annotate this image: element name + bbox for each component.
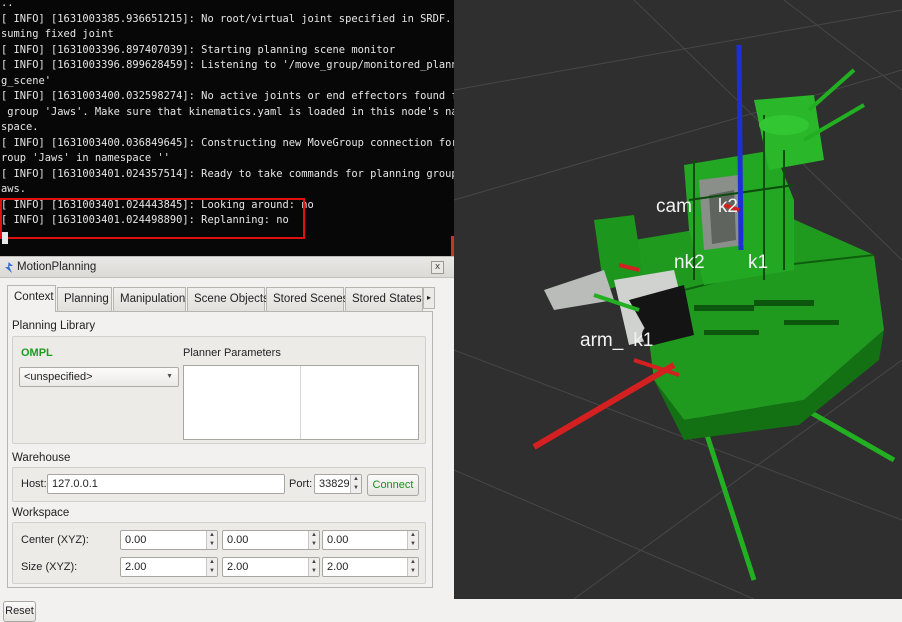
host-input[interactable]: 127.0.0.1 (47, 474, 285, 494)
frame-label-camera: cam k2 (656, 196, 738, 217)
spin-arrows-icon[interactable]: ▲ ▼ (206, 531, 217, 549)
tab-manipulation[interactable]: Manipulation (113, 287, 186, 311)
size-z-spinbox[interactable]: 2.00 ▲ ▼ (322, 557, 419, 577)
terminal-line: roup 'Jaws' in namespace '' (1, 152, 170, 164)
tab-scene-objects[interactable]: Scene Objects (187, 287, 269, 311)
rviz-plugin-icon (5, 262, 13, 273)
tab-planning[interactable]: Planning (57, 287, 112, 311)
terminal-line: g_scene' (1, 74, 52, 87)
spin-arrows-icon[interactable]: ▲ ▼ (308, 558, 319, 576)
terminal-output: .. [ INFO] [1631003385.936651215]: No roo… (0, 0, 454, 229)
center-z-spinbox[interactable]: 0.00 ▲ ▼ (322, 530, 419, 550)
close-icon[interactable]: x (431, 261, 444, 274)
terminal-line: group 'Jaws'. Make sure that kinematics.… (1, 105, 454, 118)
tab-stored-scenes[interactable]: Stored Scenes (266, 287, 348, 311)
tab-context[interactable]: Context (7, 285, 56, 312)
spin-arrows-icon[interactable]: ▲ ▼ (407, 531, 418, 549)
spin-arrows-icon[interactable]: ▲ ▼ (206, 558, 217, 576)
size-label: Size (XYZ): (21, 561, 78, 573)
terminal-line: suming fixed joint (1, 28, 114, 40)
host-label: Host: (21, 478, 47, 490)
terminal-cursor (2, 232, 8, 244)
terminal-line: [ INFO] [1631003400.036849645]: Construc… (1, 136, 454, 149)
terminal-line: [ INFO] [1631003396.899628459]: Listenin… (1, 59, 454, 71)
port-label: Port: (289, 478, 313, 490)
terminal-window[interactable]: .. [ INFO] [1631003385.936651215]: No roo… (0, 0, 454, 256)
spin-arrows-icon[interactable]: ▲ ▼ (407, 558, 418, 576)
tab-scroll-right-icon[interactable]: ▸ (423, 287, 435, 309)
terminal-line: space. (1, 121, 39, 133)
planner-select[interactable]: <unspecified> ▼ (19, 367, 179, 387)
robot-scene (454, 0, 902, 599)
highlight-box (0, 198, 305, 239)
size-y-spinbox[interactable]: 2.00 ▲ ▼ (222, 557, 320, 577)
frame-label-link2: nk2 (674, 252, 705, 273)
terminal-line: [ INFO] [1631003396.897407039]: Starting… (1, 43, 396, 56)
size-x-value: 2.00 (125, 561, 147, 573)
frame-label-arm-link1: arm_ k1 (580, 330, 654, 351)
frame-label-link1: k1 (748, 252, 769, 273)
terminal-line: aws. (1, 183, 27, 195)
connect-button[interactable]: Connect (367, 474, 419, 496)
tab-bar: Context Planning Manipulation Scene Obje… (7, 285, 434, 312)
center-y-value: 0.00 (227, 534, 249, 546)
size-x-spinbox[interactable]: 2.00 ▲ ▼ (120, 557, 218, 577)
port-spinbox[interactable]: 33829 ▲ ▼ (314, 474, 362, 494)
warehouse-label: Warehouse (12, 452, 71, 464)
planner-parameters-label: Planner Parameters (183, 347, 281, 359)
planner-parameters-table[interactable] (183, 365, 419, 440)
center-y-spinbox[interactable]: 0.00 ▲ ▼ (222, 530, 320, 550)
planner-select-value: <unspecified> (24, 371, 93, 383)
table-column-divider (300, 366, 301, 439)
terminal-line: [ INFO] [1631003385.936651215]: No root/… (1, 12, 454, 25)
reset-button[interactable]: Reset (3, 601, 36, 622)
size-z-value: 2.00 (327, 561, 349, 573)
panel-title: MotionPlanning (17, 261, 97, 273)
chevron-down-icon: ▼ (166, 373, 173, 380)
planning-library-label: Planning Library (12, 320, 96, 332)
workspace-label: Workspace (12, 507, 70, 519)
center-z-value: 0.00 (327, 534, 349, 546)
terminal-line: [ INFO] [1631003401.024357514]: Ready to… (1, 167, 454, 180)
center-x-spinbox[interactable]: 0.00 ▲ ▼ (120, 530, 218, 550)
center-x-value: 0.00 (125, 534, 147, 546)
size-y-value: 2.00 (227, 561, 249, 573)
terminal-line: .. (1, 0, 14, 9)
tab-stored-states[interactable]: Stored States (345, 287, 423, 311)
terminal-line: [ INFO] [1631003400.032598274]: No activ… (1, 90, 454, 102)
port-value: 33829 (319, 478, 350, 490)
motion-planning-titlebar: MotionPlanning x (0, 256, 454, 278)
spin-arrows-icon[interactable]: ▲ ▼ (350, 475, 361, 493)
center-label: Center (XYZ): (21, 534, 89, 546)
ompl-label: OMPL (21, 347, 53, 359)
rviz-3d-viewport[interactable]: cam k2 nk2 k1 arm_ k1 (454, 0, 902, 599)
spin-arrows-icon[interactable]: ▲ ▼ (308, 531, 319, 549)
